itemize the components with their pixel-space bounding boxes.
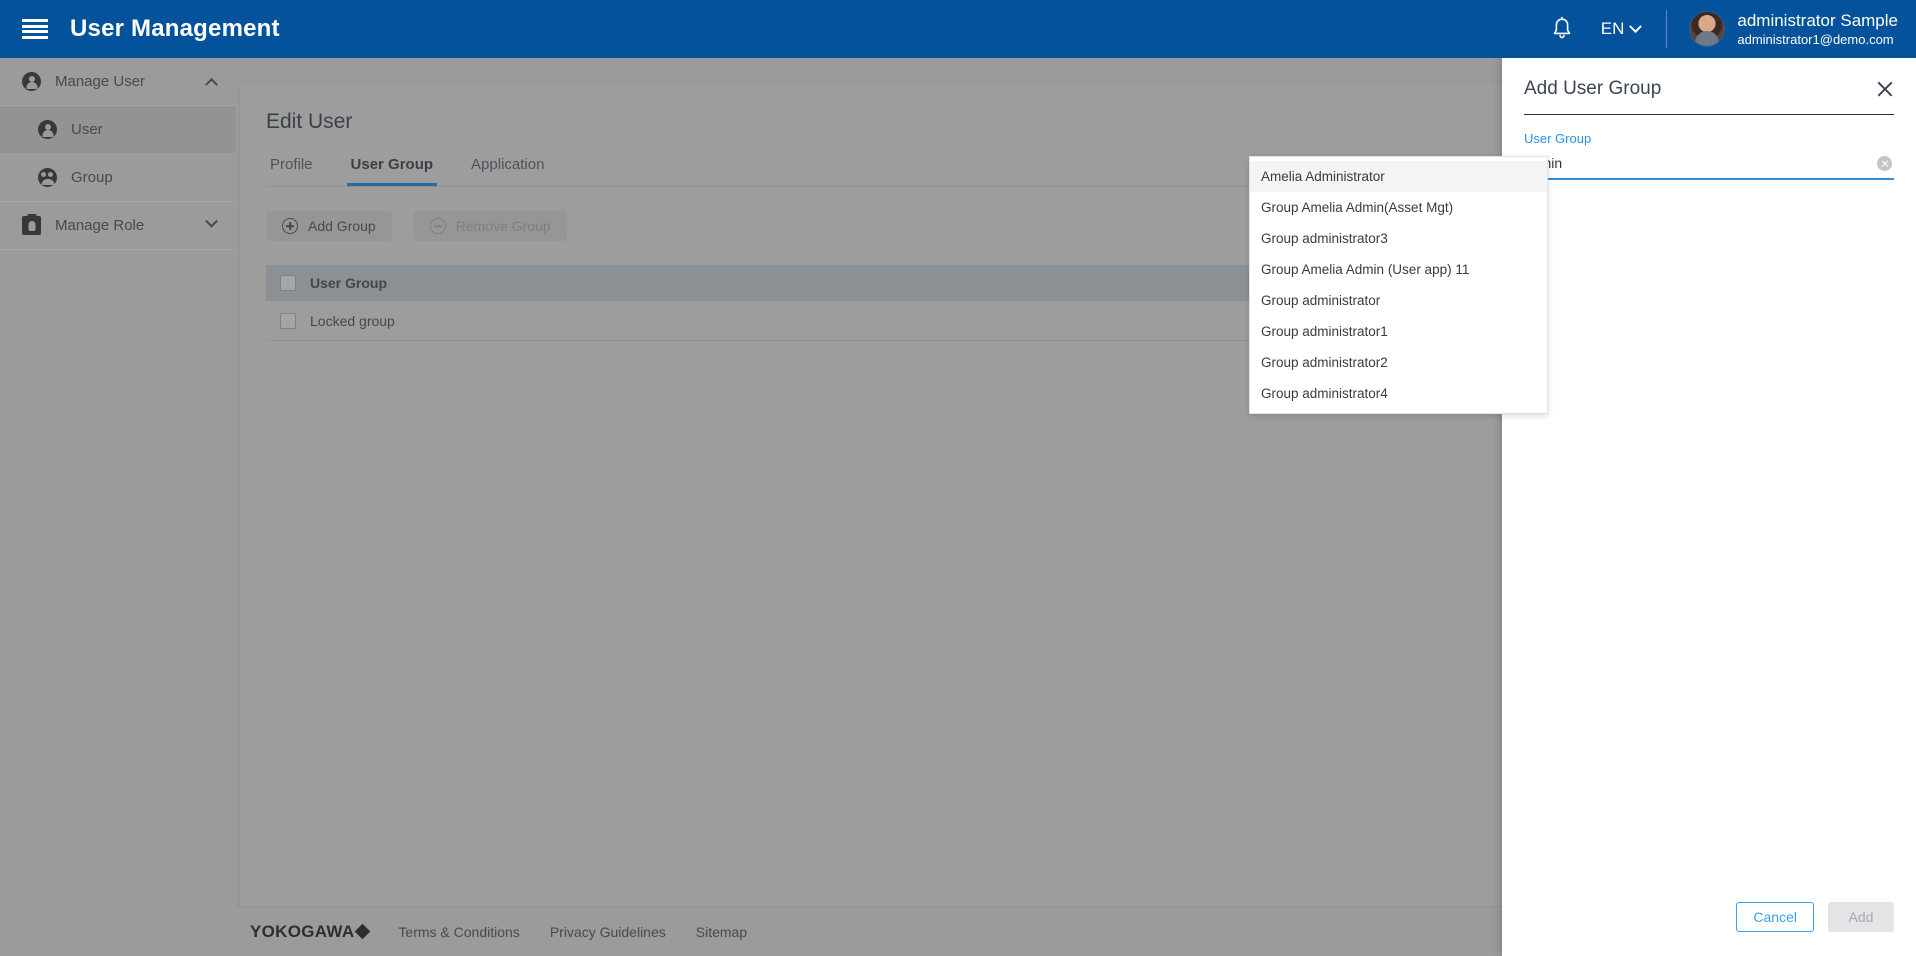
header-divider — [1666, 10, 1668, 48]
add-user-group-drawer: Add User Group User Group Cancel Add — [1502, 58, 1916, 956]
app-header: User Management EN administrator Sample … — [0, 0, 1916, 58]
user-group-suggestions: Amelia Administrator Group Amelia Admin(… — [1249, 156, 1548, 414]
cancel-button[interactable]: Cancel — [1736, 902, 1814, 932]
suggestion-option[interactable]: Group administrator4 — [1250, 378, 1547, 409]
user-name: administrator Sample — [1737, 11, 1898, 31]
notification-bell-icon[interactable] — [1551, 16, 1573, 42]
user-group-field-label: User Group — [1524, 131, 1592, 146]
user-group-field: User Group — [1502, 115, 1916, 180]
user-account[interactable]: administrator Sample administrator1@demo… — [1737, 10, 1898, 48]
suggestion-option[interactable]: Group Amelia Admin(Asset Mgt) — [1250, 192, 1547, 223]
header-right-group: EN administrator Sample administrator1@d… — [1551, 0, 1916, 58]
language-label: EN — [1600, 19, 1625, 38]
user-group-input[interactable] — [1524, 152, 1894, 178]
app-root: User Management EN administrator Sample … — [0, 0, 1916, 956]
language-selector[interactable]: EN — [1600, 19, 1643, 39]
user-email: administrator1@demo.com — [1737, 31, 1894, 47]
suggestion-option[interactable]: Group Amelia Admin (User app) 11 — [1250, 254, 1547, 285]
suggestion-option[interactable]: Group administrator1 — [1250, 316, 1547, 347]
hamburger-icon[interactable] — [22, 19, 48, 39]
chevron-down-icon — [1629, 19, 1643, 33]
drawer-title: Add User Group — [1524, 78, 1662, 99]
user-group-input-wrap — [1524, 152, 1894, 180]
suggestion-option[interactable]: Group administrator2 — [1250, 347, 1547, 378]
avatar[interactable] — [1689, 11, 1726, 47]
suggestion-option[interactable]: Group administrator3 — [1250, 223, 1547, 254]
page-title: User Management — [70, 15, 280, 42]
clear-circle-icon[interactable] — [1877, 156, 1892, 171]
add-button[interactable]: Add — [1828, 902, 1894, 932]
drawer-header: Add User Group — [1502, 58, 1916, 114]
close-icon[interactable] — [1876, 80, 1894, 98]
suggestion-option[interactable]: Amelia Administrator — [1250, 161, 1547, 192]
drawer-actions: Cancel Add — [1502, 902, 1916, 956]
suggestion-option[interactable]: Group administrator — [1250, 285, 1547, 316]
